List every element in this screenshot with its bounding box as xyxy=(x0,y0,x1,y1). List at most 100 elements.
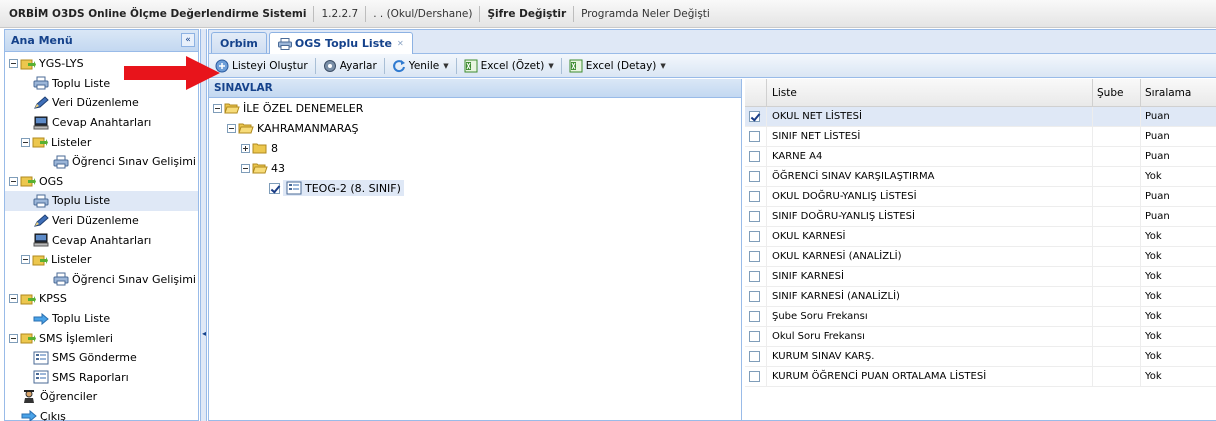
menu-group-kpss[interactable]: KPSS xyxy=(5,289,198,309)
exam-node-kahramanmaras[interactable]: KAHRAMANMARAŞ xyxy=(209,118,741,138)
table-row[interactable]: OKUL KARNESİ Yok xyxy=(745,227,1216,247)
exam-checkbox[interactable] xyxy=(269,182,280,194)
whats-new-link[interactable]: Programda Neler Değişti xyxy=(573,5,717,22)
menu-item-sms-gonderme[interactable]: SMS Gönderme xyxy=(5,348,198,368)
row-checkbox-cell[interactable] xyxy=(745,147,767,166)
menu-item-cevap-anahtarlari[interactable]: Cevap Anahtarları xyxy=(5,113,198,133)
table-row[interactable]: OKUL DOĞRU-YANLIŞ LİSTESİ Puan xyxy=(745,187,1216,207)
collapse-toggle-icon[interactable] xyxy=(9,176,18,186)
excel-detail-button[interactable]: Excel (Detay) ▼ xyxy=(565,56,670,76)
excel-icon xyxy=(464,59,478,73)
menu-group-ogs[interactable]: OGS xyxy=(5,172,198,192)
row-checkbox[interactable] xyxy=(748,111,760,122)
table-row[interactable]: SINIF KARNESİ Yok xyxy=(745,267,1216,287)
row-checkbox-cell[interactable] xyxy=(745,167,767,186)
expand-toggle-icon[interactable] xyxy=(241,143,250,153)
row-checkbox-cell[interactable] xyxy=(745,367,767,386)
menu-item-sms-raporlari[interactable]: SMS Raporları xyxy=(5,368,198,388)
org-label[interactable]: . . (Okul/Dershane) xyxy=(365,5,479,22)
row-checkbox[interactable] xyxy=(748,371,760,382)
refresh-button[interactable]: Yenile ▼ xyxy=(388,56,453,76)
table-row[interactable]: KURUM SINAV KARŞ. Yok xyxy=(745,347,1216,367)
table-row[interactable]: SINIF KARNESİ (ANALİZLİ) Yok xyxy=(745,287,1216,307)
row-checkbox-cell[interactable] xyxy=(745,247,767,266)
column-header-liste[interactable]: Liste xyxy=(767,79,1093,106)
cell-sube xyxy=(1093,167,1141,186)
menu-group-listeler[interactable]: Listeler xyxy=(5,132,198,152)
row-checkbox[interactable] xyxy=(748,231,760,242)
tab-close-icon[interactable]: ✕ xyxy=(397,39,404,48)
table-row[interactable]: ÖĞRENCİ SINAV KARŞILAŞTIRMA Yok xyxy=(745,167,1216,187)
menu-item-ogrenciler[interactable]: Öğrenciler xyxy=(5,387,198,407)
row-checkbox[interactable] xyxy=(748,251,760,262)
refresh-label: Yenile xyxy=(408,59,440,72)
column-header-sube[interactable]: Şube xyxy=(1093,79,1141,106)
row-checkbox-cell[interactable] xyxy=(745,307,767,326)
table-row[interactable]: KURUM ÖĞRENCİ PUAN ORTALAMA LİSTESİ Yok xyxy=(745,367,1216,387)
row-checkbox-cell[interactable] xyxy=(745,207,767,226)
row-checkbox[interactable] xyxy=(748,331,760,342)
row-checkbox[interactable] xyxy=(748,311,760,322)
row-checkbox[interactable] xyxy=(748,131,760,142)
change-password-link[interactable]: Şifre Değiştir xyxy=(479,5,573,22)
printer-icon xyxy=(33,194,49,208)
folder-arrow-icon xyxy=(32,135,48,149)
table-row[interactable]: OKUL KARNESİ (ANALİZLİ) Yok xyxy=(745,247,1216,267)
table-row[interactable]: Şube Soru Frekansı Yok xyxy=(745,307,1216,327)
row-checkbox-cell[interactable] xyxy=(745,187,767,206)
row-checkbox-cell[interactable] xyxy=(745,287,767,306)
menu-label: Cevap Anahtarları xyxy=(52,116,152,130)
menu-item-ogs-ogrenci-sinav-gelisimi[interactable]: Öğrenci Sınav Gelişimi xyxy=(5,270,198,290)
row-checkbox[interactable] xyxy=(748,151,760,162)
settings-button[interactable]: Ayarlar xyxy=(319,56,381,76)
row-checkbox[interactable] xyxy=(748,211,760,222)
row-checkbox-cell[interactable] xyxy=(745,267,767,286)
menu-item-cikis[interactable]: Çıkış xyxy=(5,407,198,421)
row-checkbox[interactable] xyxy=(748,291,760,302)
row-checkbox[interactable] xyxy=(748,271,760,282)
collapse-arrow-icon[interactable]: ◂ xyxy=(202,329,206,338)
collapse-toggle-icon[interactable] xyxy=(241,163,250,173)
menu-item-kpss-toplu-liste[interactable]: Toplu Liste xyxy=(5,309,198,329)
row-checkbox-cell[interactable] xyxy=(745,127,767,146)
collapse-toggle-icon[interactable] xyxy=(9,333,18,343)
menu-group-ogs-listeler[interactable]: Listeler xyxy=(5,250,198,270)
create-list-button[interactable]: Listeyi Oluştur xyxy=(211,56,312,76)
tab-orbim[interactable]: Orbim xyxy=(211,32,267,53)
collapse-toggle-icon[interactable] xyxy=(21,137,30,147)
exam-node-43[interactable]: 43 xyxy=(209,158,741,178)
collapse-toggle-icon[interactable] xyxy=(227,123,236,133)
row-checkbox[interactable] xyxy=(748,191,760,202)
folder-arrow-icon xyxy=(20,174,36,188)
menu-group-sms[interactable]: SMS İşlemleri xyxy=(5,328,198,348)
exam-node-teog-2[interactable]: TEOG-2 (8. SINIF) xyxy=(209,178,741,198)
row-checkbox-cell[interactable] xyxy=(745,347,767,366)
table-row[interactable]: Okul Soru Frekansı Yok xyxy=(745,327,1216,347)
table-row[interactable]: KARNE A4 Puan xyxy=(745,147,1216,167)
exam-node-ile-ozel[interactable]: İLE ÖZEL DENEMELER xyxy=(209,98,741,118)
table-row[interactable]: OKUL NET LİSTESİ Puan xyxy=(745,107,1216,127)
row-checkbox-cell[interactable] xyxy=(745,107,767,126)
menu-item-ogs-toplu-liste[interactable]: Toplu Liste xyxy=(5,191,198,211)
row-checkbox-cell[interactable] xyxy=(745,327,767,346)
exam-node-8[interactable]: 8 xyxy=(209,138,741,158)
row-checkbox-cell[interactable] xyxy=(745,227,767,246)
exam-node-selected[interactable]: TEOG-2 (8. SINIF) xyxy=(283,180,404,196)
excel-summary-button[interactable]: Excel (Özet) ▼ xyxy=(460,56,558,76)
collapse-toggle-icon[interactable] xyxy=(9,294,18,304)
menu-item-ogs-cevap-anahtarlari[interactable]: Cevap Anahtarları xyxy=(5,230,198,250)
menu-item-veri-duzenleme[interactable]: Veri Düzenleme xyxy=(5,93,198,113)
menu-item-ogrenci-sinav-gelisimi[interactable]: Öğrenci Sınav Gelişimi xyxy=(5,152,198,172)
table-row[interactable]: SINIF DOĞRU-YANLIŞ LİSTESİ Puan xyxy=(745,207,1216,227)
table-row[interactable]: SINIF NET LİSTESİ Puan xyxy=(745,127,1216,147)
collapse-toggle-icon[interactable] xyxy=(9,59,18,69)
row-checkbox[interactable] xyxy=(748,351,760,362)
collapse-menu-button[interactable]: « xyxy=(181,33,195,47)
menu-item-ogs-veri-duzenleme[interactable]: Veri Düzenleme xyxy=(5,211,198,231)
column-header-siralama[interactable]: Sıralama xyxy=(1141,79,1216,106)
tab-ogs-toplu-liste[interactable]: OGS Toplu Liste ✕ xyxy=(268,32,413,54)
row-checkbox[interactable] xyxy=(748,171,760,182)
select-column-header[interactable] xyxy=(745,79,767,106)
collapse-toggle-icon[interactable] xyxy=(21,255,30,265)
collapse-toggle-icon[interactable] xyxy=(213,103,222,113)
